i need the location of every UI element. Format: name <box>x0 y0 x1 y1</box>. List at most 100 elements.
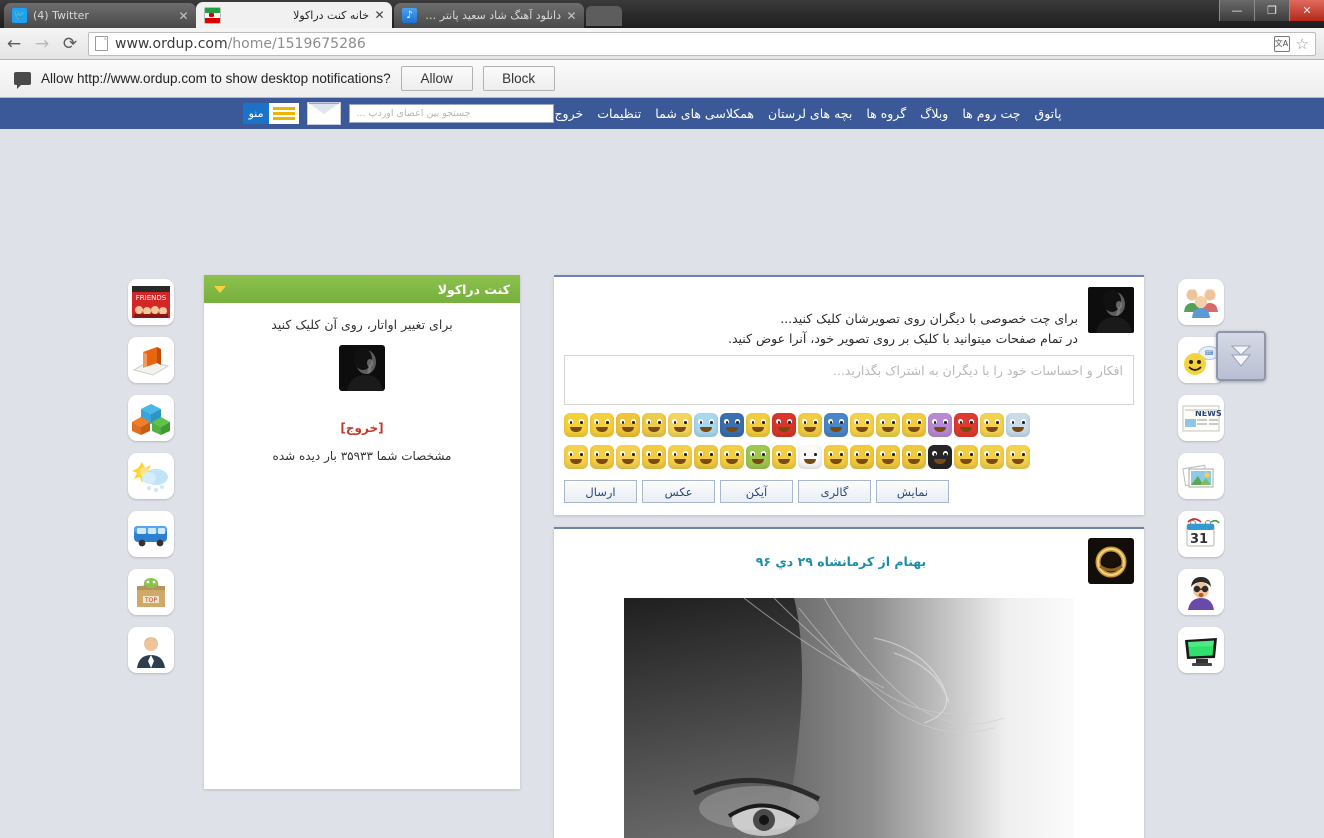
emoji-15[interactable] <box>928 413 952 437</box>
allow-button[interactable]: Allow <box>400 66 473 91</box>
nav-link-weblog[interactable]: وبلاگ <box>920 106 948 121</box>
minimize-button[interactable]: — <box>1219 0 1254 21</box>
nav-link-logout[interactable]: خروج <box>554 106 583 121</box>
back-button[interactable]: ← <box>0 30 28 58</box>
emoji-18[interactable] <box>1006 413 1030 437</box>
emoji-4[interactable] <box>642 413 666 437</box>
emoji-28[interactable] <box>798 445 822 469</box>
preview-button[interactable]: نمایش <box>876 480 949 503</box>
emoji-36[interactable] <box>1006 445 1030 469</box>
weather-icon[interactable] <box>128 453 174 499</box>
emoji-32[interactable] <box>902 445 926 469</box>
emoji-20[interactable] <box>590 445 614 469</box>
emoji-26[interactable] <box>746 445 770 469</box>
reload-button[interactable]: ⟳ <box>56 30 84 58</box>
emoji-35[interactable] <box>980 445 1004 469</box>
tab-close-icon[interactable]: ✕ <box>565 10 578 22</box>
book-icon[interactable] <box>128 337 174 383</box>
emoji-9[interactable] <box>772 413 796 437</box>
send-button[interactable]: ارسال <box>564 480 637 503</box>
emoji-22[interactable] <box>642 445 666 469</box>
address-bar[interactable]: www.ordup.com /home/1519675286 文A ☆ <box>88 31 1316 56</box>
icon-button[interactable]: آیکن <box>720 480 793 503</box>
chevron-down-icon[interactable] <box>214 285 226 293</box>
tab-title: خانه کنت دراکولا <box>293 8 369 22</box>
emoji-11[interactable] <box>824 413 848 437</box>
emoji-17[interactable] <box>980 413 1004 437</box>
bus-icon[interactable] <box>128 511 174 557</box>
status-textarea[interactable]: افکار و احساسات خود را با دیگران به اشتر… <box>564 355 1134 405</box>
emoji-34[interactable] <box>954 445 978 469</box>
people-group-icon[interactable] <box>1178 279 1224 325</box>
emoji-2[interactable] <box>590 413 614 437</box>
emoji-30[interactable] <box>850 445 874 469</box>
nav-link-lorestan[interactable]: بچه های لرستان <box>768 106 852 121</box>
emoji-16[interactable] <box>954 413 978 437</box>
emoji-27[interactable] <box>772 445 796 469</box>
block-button[interactable]: Block <box>482 66 555 91</box>
nav-link-classmates[interactable]: همکلاسی های شما <box>655 106 754 121</box>
browser-tab-music[interactable]: ♪ دانلود آهنگ شاد سعید پانتر و ... ✕ <box>394 3 584 28</box>
friends-poster-icon[interactable]: FRIENDS <box>128 279 174 325</box>
emoji-24[interactable] <box>694 445 718 469</box>
nav-link-settings[interactable]: تنظیمات <box>597 106 641 121</box>
emoji-19[interactable] <box>564 445 588 469</box>
post-byline[interactable]: بهنام از کرمانشاه ۲۹ دي ۹۶ <box>564 554 1078 569</box>
translate-icon[interactable]: 文A <box>1273 35 1290 52</box>
avatar[interactable] <box>1088 287 1134 333</box>
emoji-23[interactable] <box>668 445 692 469</box>
emoji-5[interactable] <box>668 413 692 437</box>
person-icon[interactable] <box>128 627 174 673</box>
emoji-1[interactable] <box>564 413 588 437</box>
tab-title: دانلود آهنگ شاد سعید پانتر و ... <box>419 9 561 22</box>
photos-icon[interactable] <box>1178 453 1224 499</box>
emoji-13[interactable] <box>876 413 900 437</box>
url-host: www.ordup.com <box>115 35 228 52</box>
news-icon[interactable]: NEWS <box>1178 395 1224 441</box>
logout-link[interactable]: [خروج] <box>204 421 520 435</box>
scroll-down-button[interactable] <box>1216 331 1266 381</box>
nav-link-chatrooms[interactable]: چت روم ها <box>962 106 1020 121</box>
tab-close-icon[interactable]: ✕ <box>177 10 190 22</box>
photo-button[interactable]: عکس <box>642 480 715 503</box>
nav-link-groups[interactable]: گروه ها <box>866 106 906 121</box>
avatar[interactable] <box>1088 538 1134 584</box>
emoji-14[interactable] <box>902 413 926 437</box>
profile-panel-header[interactable]: کنت دراکولا <box>204 275 520 303</box>
emoji-31[interactable] <box>876 445 900 469</box>
forward-button[interactable]: → <box>28 30 56 58</box>
shopping-bag-icon[interactable]: TOP <box>128 569 174 615</box>
bookmark-star-icon[interactable]: ☆ <box>1296 35 1309 53</box>
emoji-21[interactable] <box>616 445 640 469</box>
emoji-12[interactable] <box>850 413 874 437</box>
emoji-33[interactable] <box>928 445 952 469</box>
svg-text:FRIENDS: FRIENDS <box>136 294 167 302</box>
emoji-8[interactable] <box>746 413 770 437</box>
monitor-icon[interactable] <box>1178 627 1224 673</box>
emoji-29[interactable] <box>824 445 848 469</box>
maximize-button[interactable]: ❐ <box>1254 0 1289 21</box>
nav-link-list: پاتوق چت روم ها وبلاگ گروه ها بچه های لر… <box>554 106 1081 121</box>
profile-panel-body: برای تغییر اواتار، روی آن کلیک کنید [خرو… <box>204 303 520 463</box>
menu-button[interactable]: منو <box>242 103 300 124</box>
mail-icon[interactable] <box>307 102 342 125</box>
browser-tab-ordup[interactable]: خانه کنت دراکولا ✕ <box>196 2 392 28</box>
new-tab-button[interactable] <box>586 6 622 26</box>
emoji-3[interactable] <box>616 413 640 437</box>
page-info-icon[interactable] <box>95 36 108 51</box>
blocks-icon[interactable] <box>128 395 174 441</box>
emoji-25[interactable] <box>720 445 744 469</box>
post-image[interactable] <box>624 598 1074 838</box>
gallery-button[interactable]: گالری <box>798 480 871 503</box>
emoji-6[interactable] <box>694 413 718 437</box>
close-window-button[interactable]: ✕ <box>1289 0 1324 21</box>
person-glasses-icon[interactable] <box>1178 569 1224 615</box>
emoji-10[interactable] <box>798 413 822 437</box>
tab-close-icon[interactable]: ✕ <box>373 9 386 21</box>
search-input[interactable]: جستجو بین اعضای اوردپ ... <box>349 104 555 123</box>
browser-tab-twitter[interactable]: 🐦 (4) Twitter ✕ <box>4 3 196 28</box>
nav-link-patogh[interactable]: پاتوق <box>1035 106 1062 121</box>
calendar-icon[interactable]: 31 <box>1178 511 1224 557</box>
emoji-7[interactable] <box>720 413 744 437</box>
avatar[interactable] <box>339 345 385 391</box>
